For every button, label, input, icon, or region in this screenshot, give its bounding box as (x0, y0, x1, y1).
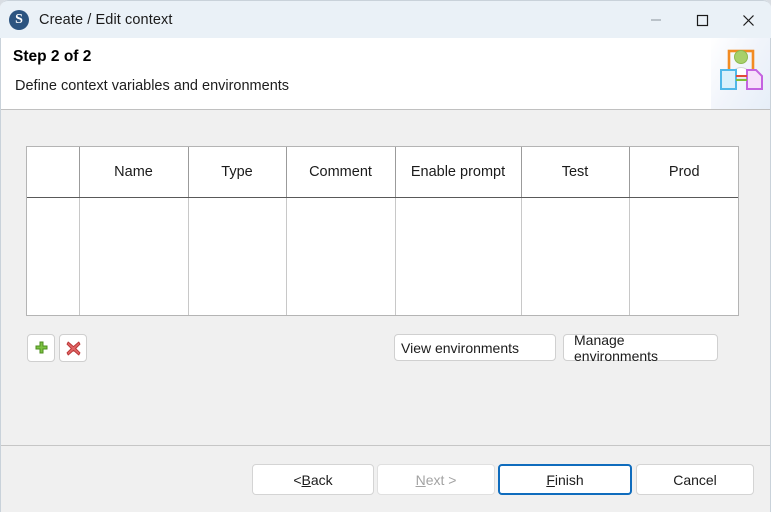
empty-cell (79, 198, 188, 316)
column-header-type[interactable]: Type (188, 147, 286, 198)
wizard-footer: < Back Next > Finish Cancel (0, 445, 771, 512)
view-environments-button[interactable]: View environments (394, 334, 556, 361)
column-header-name[interactable]: Name (79, 147, 188, 198)
header-illustration (711, 38, 771, 109)
column-header-enable-prompt[interactable]: Enable prompt (395, 147, 521, 198)
add-variable-button[interactable] (27, 334, 55, 362)
cancel-button[interactable]: Cancel (636, 464, 754, 495)
column-header-selector[interactable] (27, 147, 79, 198)
next-label-mnemonic: N (416, 472, 426, 488)
window-title: Create / Edit context (39, 12, 172, 28)
table-body-empty[interactable] (27, 198, 739, 316)
step-description: Define context variables and environment… (15, 78, 289, 94)
maximize-button[interactable] (679, 1, 725, 39)
create-edit-context-dialog: S Create / Edit context St (0, 0, 771, 512)
plus-icon (34, 341, 49, 356)
next-label-suffix: ext > (426, 472, 457, 488)
back-button[interactable]: < Back (252, 464, 374, 495)
back-label-suffix: ack (311, 472, 333, 488)
title-bar: S Create / Edit context (0, 0, 771, 38)
empty-cell (629, 198, 739, 316)
column-header-comment[interactable]: Comment (286, 147, 395, 198)
empty-cell (27, 198, 79, 316)
context-variables-table[interactable]: Name Type Comment Enable prompt Test Pro… (26, 146, 739, 316)
column-header-prod[interactable]: Prod (629, 147, 739, 198)
manage-environments-button[interactable]: Manage environments (563, 334, 718, 361)
finish-button[interactable]: Finish (498, 464, 632, 495)
finish-label-mnemonic: F (546, 472, 555, 488)
red-x-icon (66, 341, 81, 356)
back-label-prefix: < (293, 472, 301, 488)
close-icon (742, 14, 755, 27)
step-title: Step 2 of 2 (13, 48, 91, 66)
context-variables-illustration-icon (719, 48, 763, 96)
delete-variable-button[interactable] (59, 334, 87, 362)
empty-cell (188, 198, 286, 316)
app-icon: S (9, 10, 29, 30)
close-button[interactable] (725, 1, 771, 39)
finish-label-suffix: inish (555, 472, 584, 488)
column-header-test[interactable]: Test (521, 147, 629, 198)
table-empty-row (27, 198, 739, 316)
wizard-body: Name Type Comment Enable prompt Test Pro… (0, 110, 771, 445)
table-header-row: Name Type Comment Enable prompt Test Pro… (27, 147, 739, 198)
back-label-mnemonic: B (302, 472, 311, 488)
window-left-edge (0, 38, 1, 512)
next-button: Next > (377, 464, 495, 495)
minimize-icon (650, 14, 662, 26)
minimize-button[interactable] (633, 1, 679, 39)
empty-cell (395, 198, 521, 316)
app-icon-glyph: S (9, 10, 29, 30)
wizard-header: Step 2 of 2 Define context variables and… (0, 38, 771, 110)
window-controls (633, 1, 771, 39)
empty-cell (286, 198, 395, 316)
empty-cell (521, 198, 629, 316)
maximize-icon (696, 14, 709, 27)
